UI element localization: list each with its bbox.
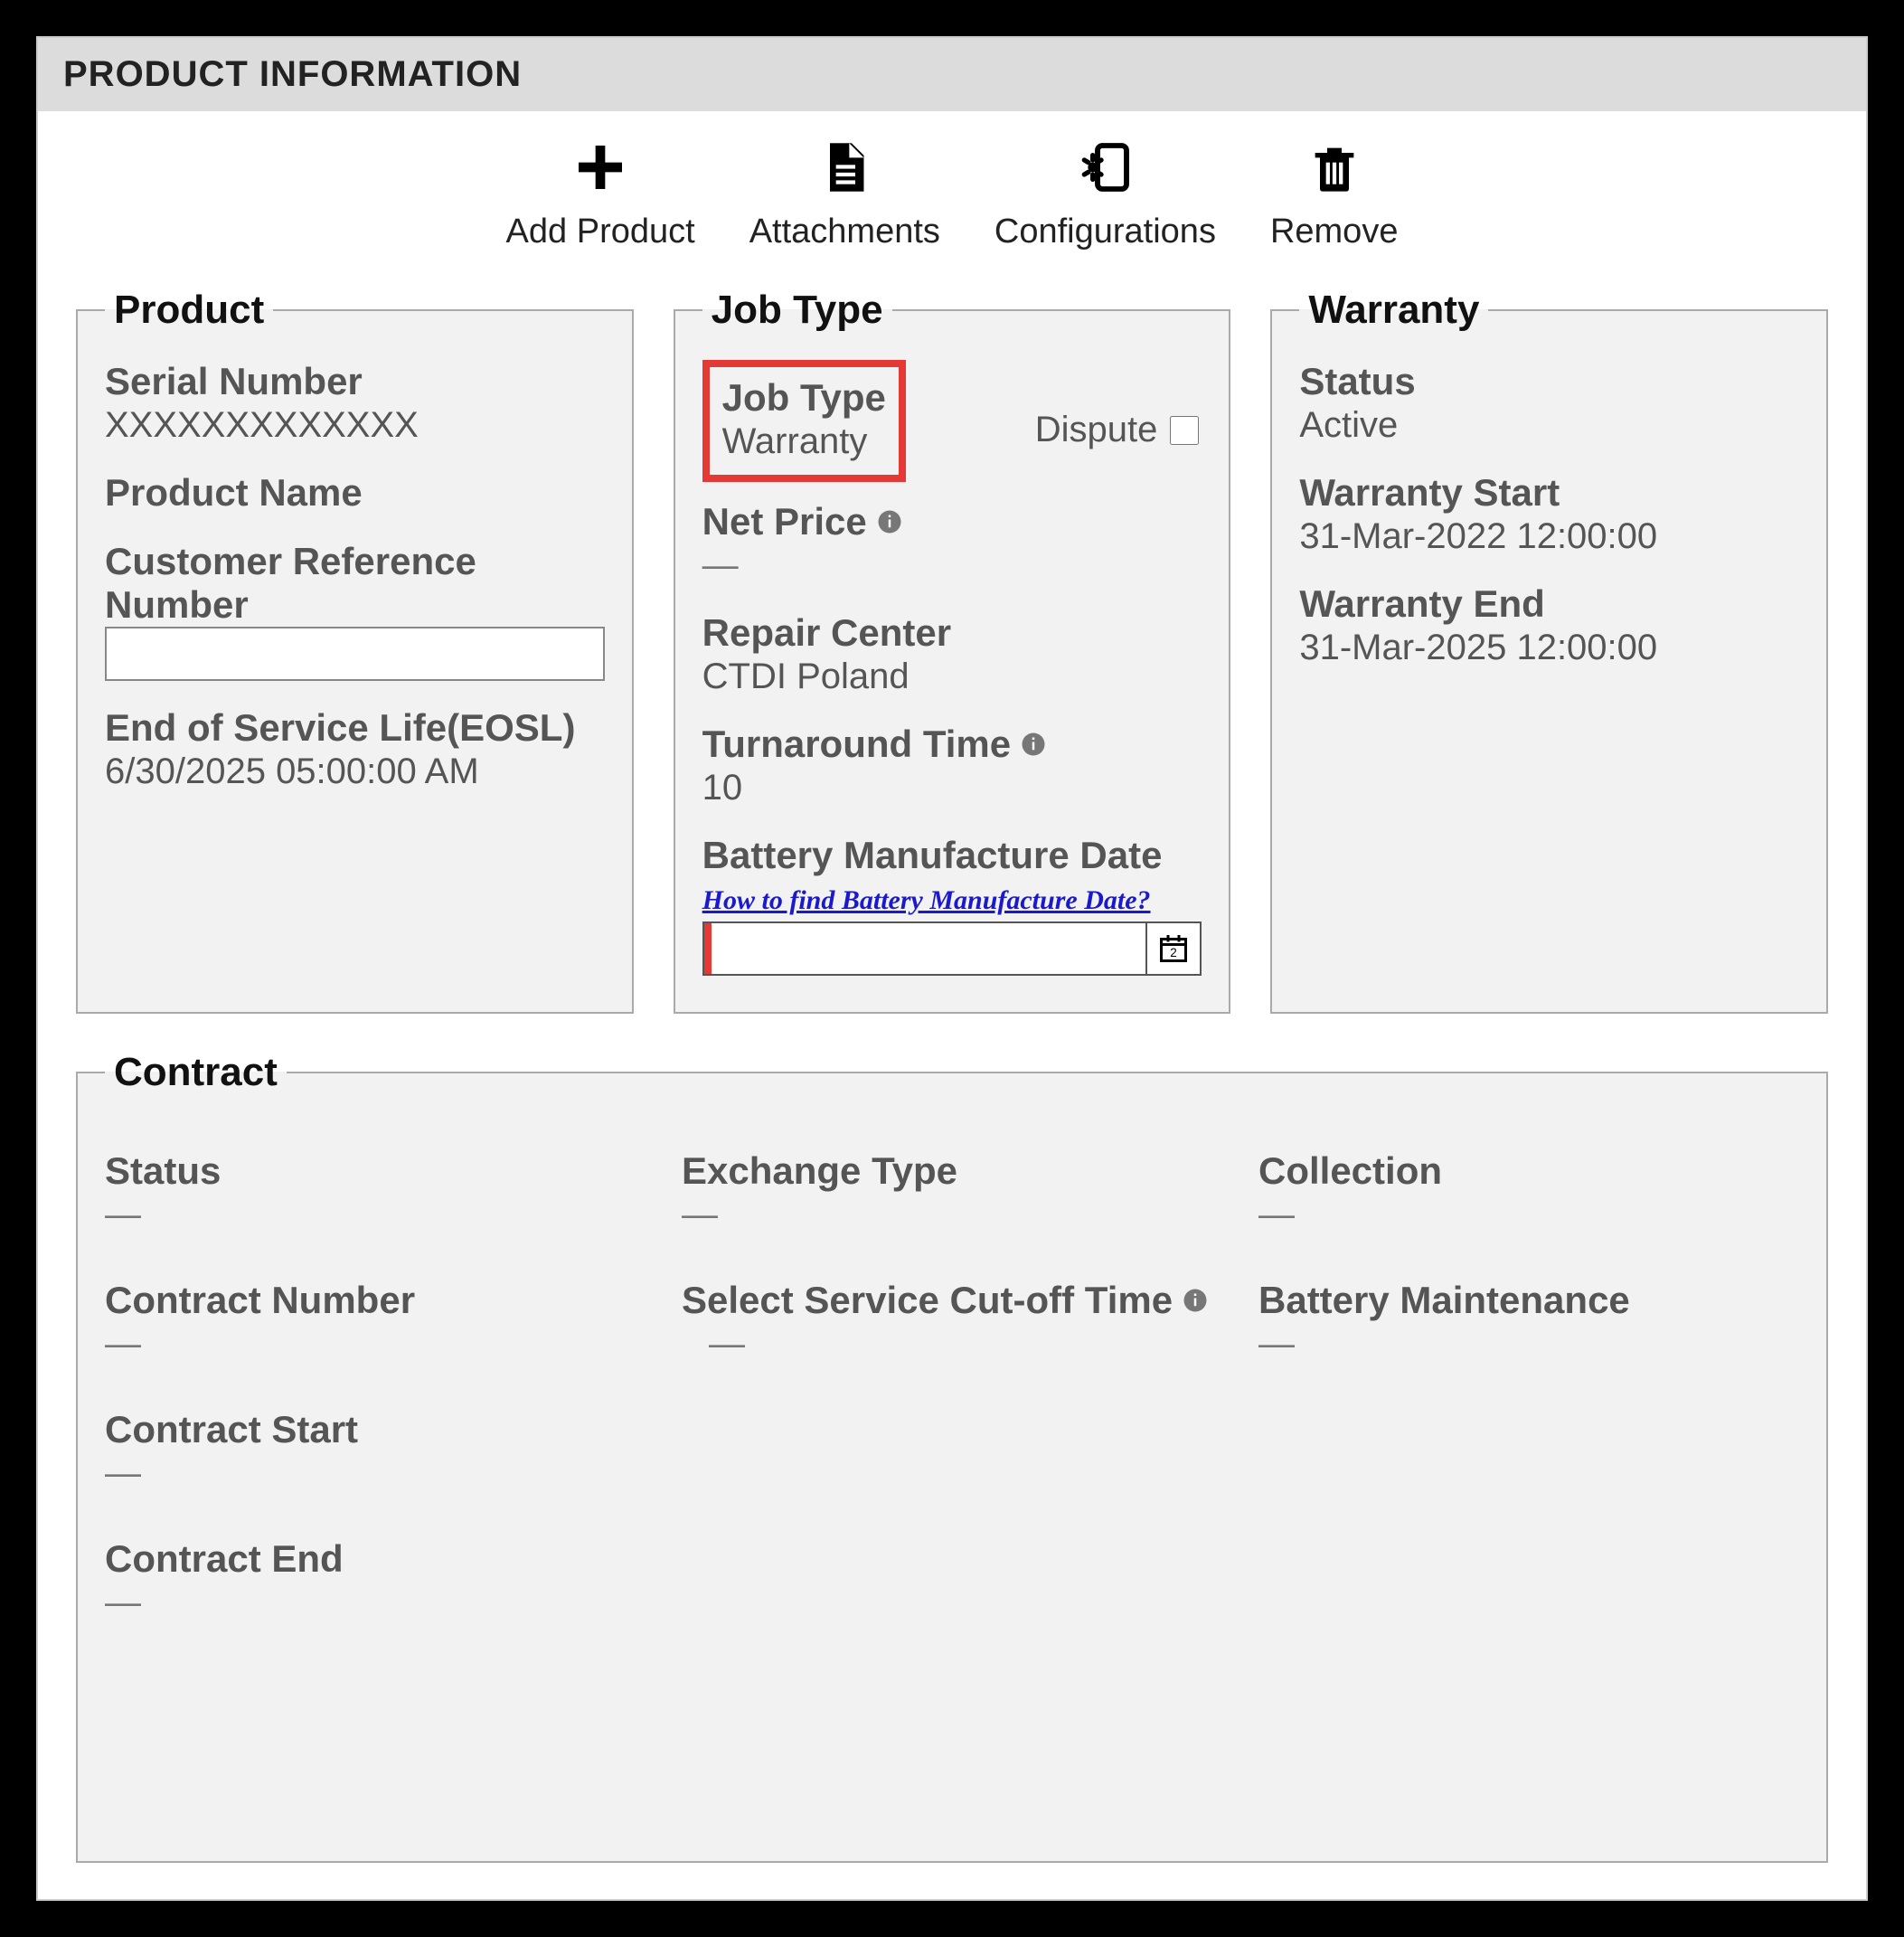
dispute-label: Dispute — [1035, 410, 1158, 450]
product-group: Product Serial Number XXXXXXXXXXXXX Prod… — [76, 288, 634, 1014]
required-marker — [704, 923, 712, 974]
repair-center-value: CTDI Poland — [702, 657, 1202, 697]
exchange-type-field: Exchange Type — — [682, 1149, 1222, 1235]
net-price-label: Net Price — [702, 500, 867, 543]
contract-number-label: Contract Number — [105, 1279, 646, 1322]
warranty-end-value: 31-Mar-2025 12:00:00 — [1299, 628, 1799, 668]
add-product-button[interactable]: Add Product — [506, 138, 695, 251]
contract-number-value: — — [105, 1324, 646, 1365]
eosl-label: End of Service Life(EOSL) — [105, 706, 605, 750]
add-product-label: Add Product — [506, 213, 695, 251]
exchange-type-value: — — [682, 1195, 1222, 1235]
configurations-button[interactable]: Configurations — [994, 138, 1216, 251]
configurations-label: Configurations — [994, 213, 1216, 251]
battery-maint-label: Battery Maintenance — [1258, 1279, 1799, 1322]
remove-button[interactable]: Remove — [1270, 138, 1399, 251]
contract-legend: Contract — [105, 1050, 287, 1095]
warranty-start-value: 31-Mar-2022 12:00:00 — [1299, 516, 1799, 557]
contract-number-field: Contract Number — — [105, 1279, 646, 1365]
contract-start-label: Contract Start — [105, 1408, 646, 1451]
warranty-legend: Warranty — [1299, 288, 1488, 333]
file-icon — [815, 138, 873, 205]
calendar-icon[interactable]: 2 — [1145, 923, 1200, 974]
warranty-status-value: Active — [1299, 405, 1799, 446]
plus-icon — [571, 138, 629, 205]
trash-icon — [1305, 138, 1363, 205]
contract-end-field: Contract End — — [105, 1537, 646, 1623]
warranty-start-field: Warranty Start 31-Mar-2022 12:00:00 — [1299, 471, 1799, 557]
net-price-field: Net Price — — [702, 500, 1202, 586]
job-type-highlight: Job Type Warranty — [702, 360, 906, 482]
turnaround-value: 10 — [702, 768, 1202, 808]
serial-number-field: Serial Number XXXXXXXXXXXXX — [105, 360, 605, 446]
cutoff-value: — — [682, 1324, 1222, 1365]
serial-number-label: Serial Number — [105, 360, 605, 403]
collection-value: — — [1258, 1195, 1799, 1235]
repair-center-field: Repair Center CTDI Poland — [702, 611, 1202, 697]
contract-start-value: — — [105, 1453, 646, 1494]
warranty-status-field: Status Active — [1299, 360, 1799, 446]
exchange-type-label: Exchange Type — [682, 1149, 1222, 1193]
contract-status-field: Status — — [105, 1149, 646, 1235]
cutoff-field: Select Service Cut-off Time — — [682, 1279, 1222, 1365]
job-type-legend: Job Type — [702, 288, 892, 333]
info-icon[interactable] — [1182, 1287, 1209, 1314]
turnaround-field: Turnaround Time 10 — [702, 723, 1202, 808]
contract-end-label: Contract End — [105, 1537, 646, 1581]
warranty-status-label: Status — [1299, 360, 1799, 403]
panel-title: PRODUCT INFORMATION — [38, 38, 1866, 111]
net-price-value: — — [702, 545, 1202, 586]
battery-maint-field: Battery Maintenance — — [1258, 1279, 1799, 1365]
job-type-value: Warranty — [722, 421, 886, 462]
contract-start-field: Contract Start — — [105, 1408, 646, 1494]
contract-group: Contract Status — Exchange Type — Collec… — [76, 1050, 1828, 1863]
job-type-group: Job Type Job Type Warranty Dispute — [674, 288, 1231, 1014]
battery-date-field: Battery Manufacture Date How to find Bat… — [702, 834, 1202, 976]
product-information-panel: PRODUCT INFORMATION Add Product Attachme… — [36, 36, 1868, 1901]
job-type-label: Job Type — [722, 376, 886, 420]
battery-maint-value: — — [1258, 1324, 1799, 1365]
contract-end-value: — — [105, 1583, 646, 1623]
contract-status-label: Status — [105, 1149, 646, 1193]
battery-date-label: Battery Manufacture Date — [702, 834, 1202, 877]
cutoff-label: Select Service Cut-off Time — [682, 1279, 1173, 1322]
svg-text:2: 2 — [1171, 946, 1178, 959]
gear-device-icon — [1076, 138, 1134, 205]
warranty-end-field: Warranty End 31-Mar-2025 12:00:00 — [1299, 582, 1799, 668]
product-legend: Product — [105, 288, 273, 333]
toolbar: Add Product Attachments Configurations — [74, 138, 1830, 251]
customer-ref-label: Customer Reference Number — [105, 540, 605, 627]
warranty-group: Warranty Status Active Warranty Start 31… — [1270, 288, 1828, 1014]
eosl-field: End of Service Life(EOSL) 6/30/2025 05:0… — [105, 706, 605, 792]
collection-field: Collection — — [1258, 1149, 1799, 1235]
info-icon[interactable] — [876, 508, 903, 535]
product-name-field: Product Name — [105, 471, 605, 515]
attachments-label: Attachments — [749, 213, 940, 251]
collection-label: Collection — [1258, 1149, 1799, 1193]
attachments-button[interactable]: Attachments — [749, 138, 940, 251]
warranty-start-label: Warranty Start — [1299, 471, 1799, 515]
warranty-end-label: Warranty End — [1299, 582, 1799, 626]
product-name-label: Product Name — [105, 471, 605, 515]
turnaround-label: Turnaround Time — [702, 723, 1011, 766]
battery-date-input[interactable] — [712, 923, 1146, 974]
dispute-field[interactable]: Dispute — [1035, 410, 1202, 450]
dispute-checkbox[interactable] — [1170, 416, 1199, 445]
repair-center-label: Repair Center — [702, 611, 1202, 655]
battery-date-help-link[interactable]: How to find Battery Manufacture Date? — [702, 885, 1151, 915]
serial-number-value: XXXXXXXXXXXXX — [105, 405, 605, 446]
remove-label: Remove — [1270, 213, 1399, 251]
eosl-value: 6/30/2025 05:00:00 AM — [105, 751, 605, 792]
contract-status-value: — — [105, 1195, 646, 1235]
customer-ref-field: Customer Reference Number — [105, 540, 605, 681]
info-icon[interactable] — [1020, 731, 1047, 758]
customer-ref-input[interactable] — [105, 627, 605, 681]
